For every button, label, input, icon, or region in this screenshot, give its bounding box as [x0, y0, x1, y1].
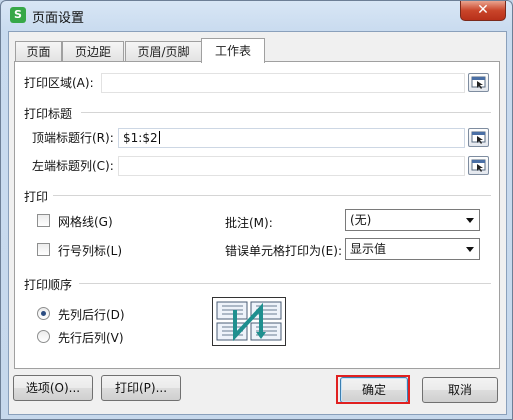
section-divider	[79, 283, 491, 284]
comments-select[interactable]: (无)	[345, 209, 480, 231]
page-setup-window: S 页面设置 ✕ 页面 页边距 页眉/页脚 工作表 打印区域(A): 打印标题 …	[0, 0, 513, 420]
title-cols-picker-button[interactable]	[468, 156, 489, 175]
comments-select-value: (无)	[350, 213, 372, 227]
gridlines-checkbox[interactable]	[37, 214, 50, 227]
print-section-label: 打印	[24, 190, 49, 204]
dialog-client: 页面 页边距 页眉/页脚 工作表 打印区域(A): 打印标题 顶端标题行(R):…	[8, 31, 507, 415]
close-button[interactable]: ✕	[460, 1, 506, 21]
print-area-input[interactable]	[101, 73, 465, 93]
section-divider	[81, 112, 491, 113]
ok-highlight-box	[336, 375, 410, 404]
cell-errors-select[interactable]: 显示值	[345, 238, 480, 260]
title-rows-picker-button[interactable]	[468, 128, 489, 147]
range-picker-icon	[471, 131, 486, 144]
print-area-label: 打印区域(A):	[24, 76, 94, 90]
row-col-headings-checkbox[interactable]	[37, 243, 50, 256]
title-cols-label: 左端标题列(C):	[32, 159, 114, 173]
title-rows-value: $1:$2	[123, 131, 158, 145]
page-order-diagram-icon	[216, 301, 282, 342]
chevron-down-icon	[466, 218, 474, 223]
tab-header-footer[interactable]: 页眉/页脚	[125, 41, 202, 62]
tab-margins[interactable]: 页边距	[62, 41, 124, 62]
range-picker-icon	[471, 76, 486, 89]
cell-errors-label: 错误单元格打印为(E):	[225, 244, 342, 258]
over-then-down-label: 先行后列(V)	[58, 331, 124, 345]
title-rows-input[interactable]: $1:$2	[118, 128, 465, 148]
cell-errors-select-value: 显示值	[350, 242, 387, 256]
title-rows-label: 顶端标题行(R):	[32, 131, 114, 145]
radio-selected-dot	[41, 311, 46, 316]
gridlines-label: 网格线(G)	[58, 215, 113, 229]
chevron-down-icon	[466, 247, 474, 252]
range-picker-icon	[471, 159, 486, 172]
print-titles-section-label: 打印标题	[24, 107, 73, 121]
print-area-picker-button[interactable]	[468, 73, 489, 92]
window-title: 页面设置	[32, 11, 85, 26]
tab-page[interactable]: 页面	[15, 41, 62, 62]
row-col-headings-label: 行号列标(L)	[58, 244, 123, 258]
down-then-over-label: 先列后行(D)	[58, 308, 125, 322]
page-order-section-label: 打印顺序	[24, 278, 73, 292]
page-order-preview-icon	[212, 297, 286, 346]
text-caret	[158, 131, 160, 144]
title-cols-input[interactable]	[118, 156, 465, 176]
cancel-button[interactable]: 取消	[422, 377, 498, 403]
down-then-over-radio[interactable]	[37, 307, 50, 320]
print-button[interactable]: 打印(P)...	[101, 375, 181, 401]
app-icon: S	[10, 7, 26, 23]
over-then-down-radio[interactable]	[37, 330, 50, 343]
comments-label: 批注(M):	[225, 216, 273, 230]
tab-sheet[interactable]: 工作表	[201, 38, 265, 63]
options-button[interactable]: 选项(O)...	[13, 375, 93, 401]
section-divider	[53, 195, 491, 196]
